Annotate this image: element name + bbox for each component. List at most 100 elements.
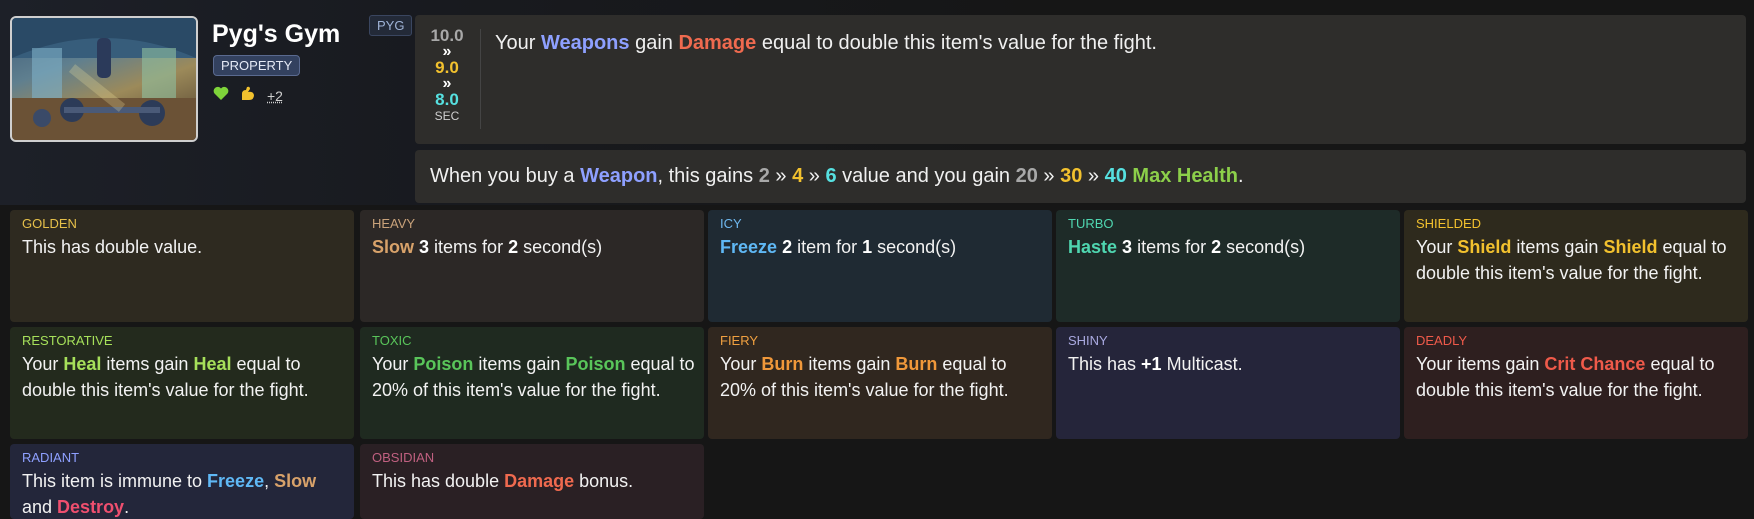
desc-part: items gain — [473, 354, 566, 374]
desc-part: Your — [372, 354, 414, 374]
health-tier-1: 20 — [1015, 165, 1038, 187]
keyword-haste: Haste — [1068, 237, 1118, 257]
desc-part: , — [264, 471, 275, 491]
keyword-poison: Poison — [413, 354, 474, 374]
tier-separator: » — [1082, 165, 1105, 187]
keyword-heal: Heal — [63, 354, 102, 374]
desc-part: This has double — [372, 471, 505, 491]
enchantment-desc: This has double value. — [22, 234, 346, 260]
item-title: Pyg's Gym — [212, 20, 341, 48]
desc-part: items for — [1132, 237, 1212, 257]
tier-separator: » — [769, 165, 793, 187]
desc-part: item for — [792, 237, 863, 257]
desc-part: items gain — [101, 354, 194, 374]
desc-part: items gain — [1511, 237, 1604, 257]
enchantment-name: SHINY — [1068, 333, 1108, 348]
enchantment-desc: This item is immune to Freeze, Slow and … — [22, 468, 346, 519]
passive-text: When you buy a Weapon, this gains 2 » 4 … — [430, 165, 1244, 188]
passive-text-part: value and you gain — [836, 165, 1016, 187]
desc-part: bonus. — [574, 471, 634, 491]
health-tier-3: 40 — [1104, 165, 1127, 187]
desc-part: Multicast. — [1161, 354, 1243, 374]
enchantment-name: TURBO — [1068, 216, 1114, 231]
desc-value: +1 — [1141, 354, 1162, 374]
desc-part: This has double value. — [22, 237, 203, 257]
keyword-heal: Heal — [193, 354, 232, 374]
desc-value: 2 — [782, 237, 793, 257]
cooldown-unit: SEC — [434, 109, 460, 123]
desc-value: 3 — [419, 237, 430, 257]
passive-text-part: When you buy a — [430, 165, 581, 187]
enchantment-name: SHIELDED — [1416, 216, 1482, 231]
keyword-damage: Damage — [678, 32, 757, 54]
ability-text-part: equal to double this item's value for th… — [756, 32, 1157, 54]
keyword-burn: Burn — [895, 354, 938, 374]
enchantment-desc: Your items gain Crit Chance equal to dou… — [1416, 351, 1740, 403]
keyword-poison: Poison — [565, 354, 626, 374]
desc-part: . — [124, 497, 130, 517]
cooldown-tier-3: 8.0 — [435, 90, 459, 109]
enchantment-desc: Your Poison items gain Poison equal to 2… — [372, 351, 696, 403]
hero-tag-badge: PYG — [369, 15, 413, 36]
enchantment-obsidian: OBSIDIAN This has double Damage bonus. — [360, 444, 704, 519]
enchantment-golden: GOLDEN This has double value. — [10, 210, 354, 322]
keyword-freeze: Freeze — [720, 237, 778, 257]
enchantment-name: ICY — [720, 216, 742, 231]
item-type-badge: PROPERTY — [213, 55, 301, 76]
more-tags-link[interactable]: +2 — [267, 88, 283, 104]
desc-part: Your items gain — [1416, 354, 1545, 374]
enchantment-name: FIERY — [720, 333, 759, 348]
enchantment-restorative: RESTORATIVE Your Heal items gain Heal eq… — [10, 327, 354, 439]
enchantment-shiny: SHINY This has +1 Multicast. — [1056, 327, 1400, 439]
desc-part: items for — [429, 237, 509, 257]
desc-part: second(s) — [872, 237, 957, 257]
enchantment-name: HEAVY — [372, 216, 416, 231]
enchantment-name: TOXIC — [372, 333, 412, 348]
enchantment-name: DEADLY — [1416, 333, 1468, 348]
health-tier-2: 30 — [1060, 165, 1083, 187]
enchantment-desc: Your Shield items gain Shield equal to d… — [1416, 234, 1740, 286]
desc-part: second(s) — [1221, 237, 1306, 257]
keyword-shield: Shield — [1457, 237, 1512, 257]
enchantment-fiery: FIERY Your Burn items gain Burn equal to… — [708, 327, 1052, 439]
tier-separator: » — [1037, 165, 1061, 187]
ability-text-part: gain — [629, 32, 679, 54]
bicep-icon — [239, 84, 257, 107]
desc-value: 2 — [508, 237, 519, 257]
cooldown-separator: » — [442, 75, 452, 92]
keyword-crit-chance: Crit Chance — [1544, 354, 1646, 374]
enchantment-name: OBSIDIAN — [372, 450, 435, 465]
item-tags-row: +2 — [213, 84, 283, 107]
value-tier-3: 6 — [825, 165, 837, 187]
keyword-weapon: Weapon — [580, 165, 658, 187]
desc-value: 3 — [1122, 237, 1133, 257]
desc-part: second(s) — [518, 237, 603, 257]
enchantment-desc: This has double Damage bonus. — [372, 468, 696, 494]
ability-card: 10.0 » 9.0 » 8.0 SEC Your Weapons gain D… — [415, 15, 1746, 144]
ability-text: Your Weapons gain Damage equal to double… — [495, 32, 1157, 55]
enchantment-desc: Your Burn items gain Burn equal to 20% o… — [720, 351, 1044, 403]
keyword-shield: Shield — [1603, 237, 1658, 257]
cooldown-tiers: 10.0 » 9.0 » 8.0 SEC — [422, 27, 472, 124]
enchantment-shielded: SHIELDED Your Shield items gain Shield e… — [1404, 210, 1748, 322]
desc-part: Your — [22, 354, 64, 374]
desc-part: This item is immune to — [22, 471, 208, 491]
enchantment-name: RADIANT — [22, 450, 80, 465]
enchantment-desc: Freeze 2 item for 1 second(s) — [720, 234, 1044, 260]
desc-part: and — [22, 497, 58, 517]
keyword-weapons: Weapons — [540, 32, 630, 54]
enchantment-desc: Haste 3 items for 2 second(s) — [1068, 234, 1392, 260]
keyword-slow: Slow — [372, 237, 415, 257]
desc-part: This has — [1068, 354, 1142, 374]
tier-separator: » — [803, 165, 826, 187]
value-tier-2: 4 — [792, 165, 804, 187]
enchantment-heavy: HEAVY Slow 3 items for 2 second(s) — [360, 210, 704, 322]
desc-part: Your — [1416, 237, 1458, 257]
enchantment-radiant: RADIANT This item is immune to Freeze, S… — [10, 444, 354, 519]
enchantment-desc: Your Heal items gain Heal equal to doubl… — [22, 351, 346, 403]
gym-room-image — [10, 16, 198, 142]
enchantment-deadly: DEADLY Your items gain Crit Chance equal… — [1404, 327, 1748, 439]
ability-text-part: Your — [495, 32, 541, 54]
desc-value: 2 — [1211, 237, 1222, 257]
passive-text-part: . — [1238, 165, 1244, 187]
